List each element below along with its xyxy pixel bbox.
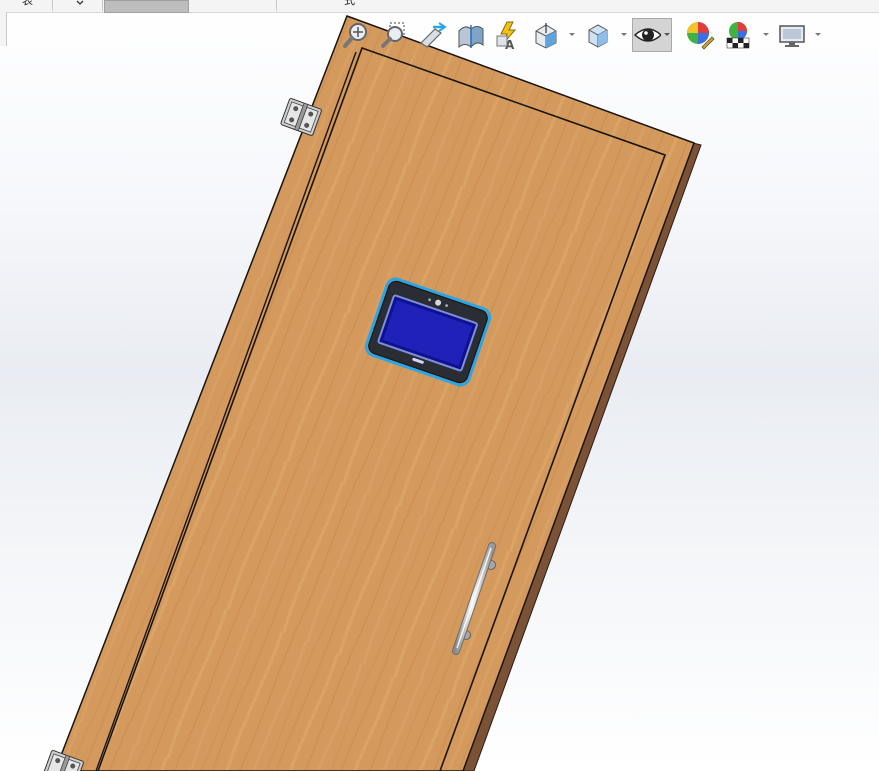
- section-view-icon: [458, 25, 484, 49]
- apply-scene-button[interactable]: [722, 18, 754, 52]
- zoom-to-fit-icon: [343, 23, 367, 48]
- display-style-dropdown[interactable]: [620, 30, 628, 40]
- view-orientation-dropdown[interactable]: [568, 30, 576, 40]
- view-orientation-button[interactable]: [530, 18, 562, 52]
- display-style-button[interactable]: [582, 18, 614, 52]
- zoom-to-fit-button[interactable]: [340, 18, 372, 52]
- chevron-down-icon: [569, 33, 575, 36]
- dynamic-annotation-button[interactable]: A: [492, 18, 524, 52]
- eye-icon: [633, 28, 662, 42]
- zoom-to-area-button[interactable]: [378, 18, 410, 52]
- view-orientation-icon: [535, 23, 557, 49]
- graphics-viewport[interactable]: [0, 0, 879, 771]
- chevron-down-icon: [763, 33, 769, 36]
- chevron-down-icon: [815, 33, 821, 36]
- display-style-icon: [588, 24, 608, 48]
- zoom-to-area-icon: [381, 22, 405, 48]
- view-settings-button[interactable]: [776, 18, 808, 52]
- view-settings-dropdown[interactable]: [814, 30, 822, 40]
- previous-view-icon: [420, 22, 447, 48]
- edit-appearance-button[interactable]: [684, 18, 716, 52]
- section-view-button[interactable]: [454, 18, 486, 52]
- dynamic-annotation-views-icon: A: [496, 21, 517, 50]
- previous-view-button[interactable]: [416, 18, 448, 52]
- hide-show-items-button[interactable]: [632, 18, 672, 52]
- apply-scene-dropdown[interactable]: [762, 30, 770, 40]
- chevron-down-icon: [664, 33, 671, 36]
- chevron-down-icon: [621, 33, 627, 36]
- apply-scene-icon: [726, 22, 750, 49]
- edit-appearance-icon: [687, 22, 715, 50]
- monitor-icon: [779, 25, 805, 47]
